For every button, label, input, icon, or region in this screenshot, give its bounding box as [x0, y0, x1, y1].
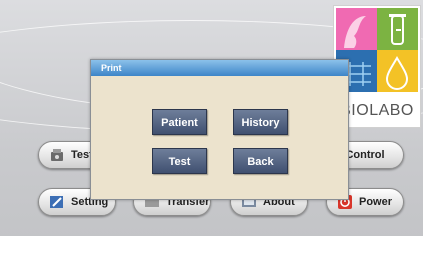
control-button-label: Control [345, 149, 385, 161]
back-button[interactable]: Back [233, 148, 288, 174]
print-test-button[interactable]: Test [152, 148, 207, 174]
main-screen: BIOLABO Test Control Setting Transfer Ab… [0, 0, 423, 253]
print-dialog: Print Patient History Test Back [90, 59, 349, 200]
settings-icon [50, 196, 63, 208]
face-icon [344, 16, 366, 48]
logo-tile-drop [377, 50, 418, 92]
bottom-margin [0, 236, 423, 253]
logo-tile-tube [377, 8, 418, 50]
history-button[interactable]: History [233, 109, 288, 135]
logo-tile-face [336, 8, 377, 50]
test-tube-icon [389, 14, 406, 45]
drop-icon [385, 56, 409, 90]
patient-button[interactable]: Patient [152, 109, 207, 135]
dialog-title: Print [91, 60, 348, 76]
power-button-label: Power [359, 196, 393, 208]
test-icon [51, 149, 63, 161]
